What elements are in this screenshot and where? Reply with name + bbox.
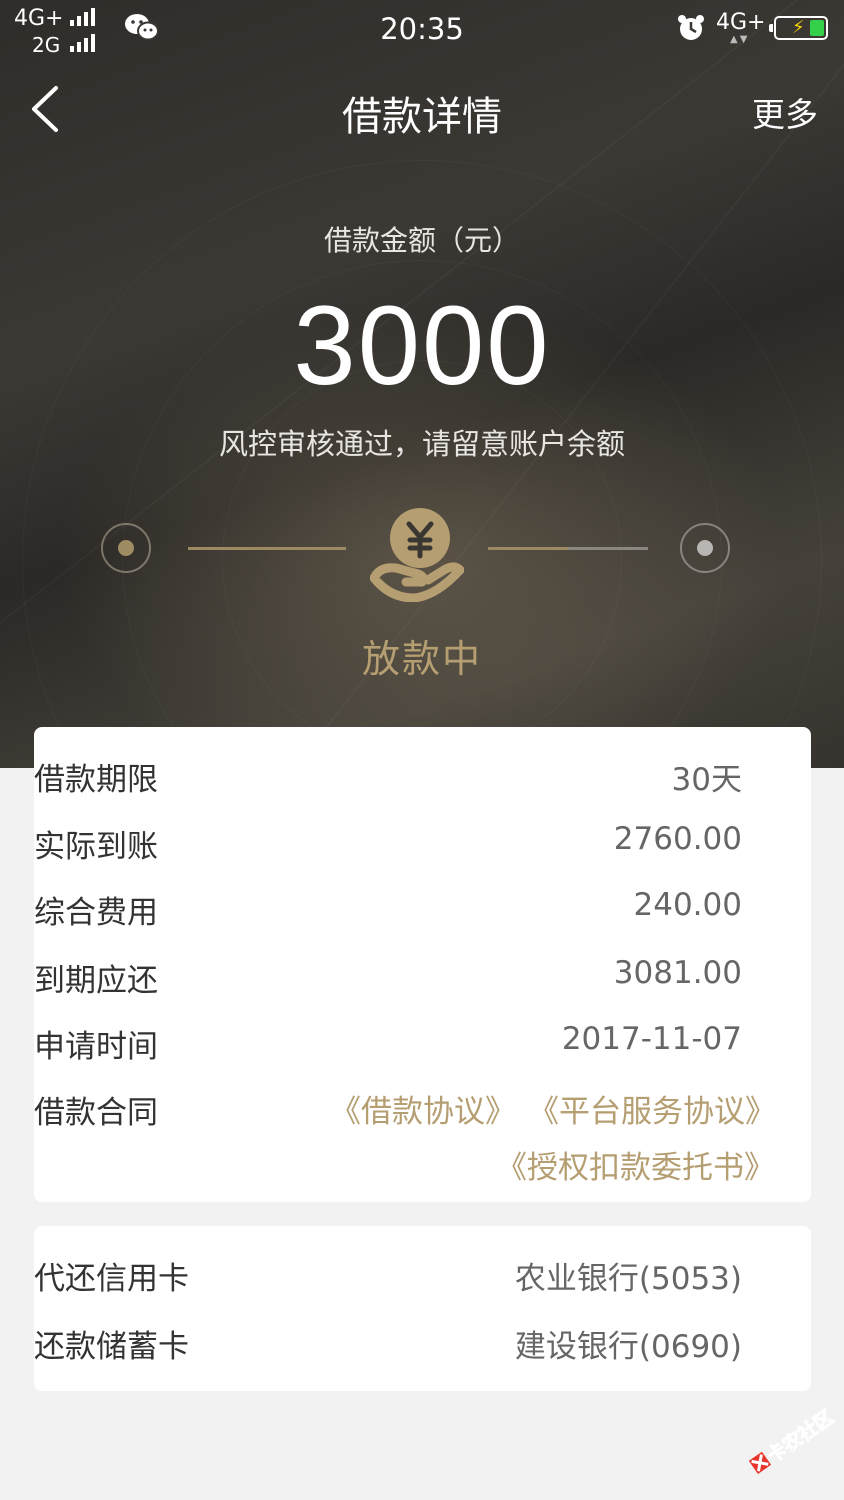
battery-charging-icon: ⚡: [769, 16, 828, 40]
progress-step-start: [101, 523, 151, 573]
svg-text:卡农社区: 卡农社区: [762, 1408, 837, 1468]
bank-cards-card: [34, 1226, 811, 1391]
detail-value: 建设银行(0690): [514, 1329, 742, 1365]
page-title: 借款详情: [342, 94, 502, 140]
detail-label: 借款合同: [34, 1095, 158, 1131]
more-button[interactable]: 更多: [752, 88, 818, 136]
progress-line-partial: [488, 547, 568, 550]
progress-line-done: [188, 547, 346, 550]
alarm-icon: [678, 15, 704, 40]
detail-value: 240.00: [633, 887, 742, 923]
detail-label: 到期应还: [34, 963, 158, 999]
loan-agreement-link[interactable]: 《借款协议》: [330, 1086, 516, 1131]
loan-status: 放款中: [361, 637, 482, 681]
detail-label: 借款期限: [34, 762, 158, 798]
detail-label: 代还信用卡: [34, 1261, 189, 1297]
detail-value: 3081.00: [613, 955, 742, 991]
detail-value: 30天: [671, 762, 742, 798]
progress-line-pending: [568, 547, 648, 550]
detail-label: 综合费用: [34, 895, 158, 931]
review-message: 风控审核通过，请留意账户余额: [218, 427, 625, 461]
status-bar: 4G+ 2G 20:35 4G+ ▲▼ ⚡: [0, 0, 844, 57]
yuan-coin-hand-icon: [370, 508, 464, 602]
platform-service-agreement-link[interactable]: 《平台服务协议》: [528, 1086, 776, 1131]
detail-label: 实际到账: [34, 829, 158, 865]
detail-value: 2760.00: [613, 821, 742, 857]
progress-step-end: [680, 523, 730, 573]
amount-label: 借款金额（元）: [323, 224, 520, 257]
detail-label: 还款储蓄卡: [34, 1329, 189, 1365]
network-arrows-icon: ▲▼: [730, 34, 750, 45]
detail-label: 申请时间: [34, 1029, 158, 1065]
detail-value: 农业银行(5053): [514, 1261, 742, 1297]
detail-value: 2017-11-07: [561, 1021, 742, 1057]
network-label: 4G+: [716, 10, 766, 35]
watermark-logo: 卡农社区: [748, 1408, 838, 1474]
debit-authorization-link[interactable]: 《授权扣款委托书》: [496, 1142, 775, 1187]
loan-amount: 3000: [293, 283, 551, 408]
